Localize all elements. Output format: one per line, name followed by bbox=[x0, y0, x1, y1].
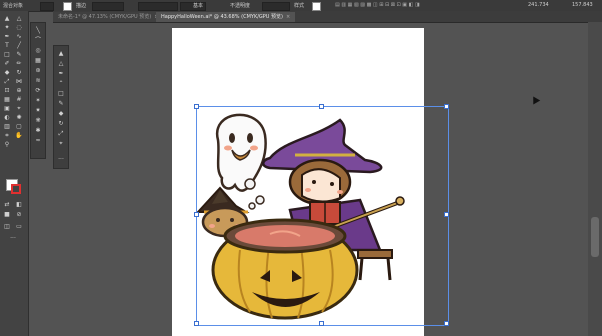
spiral-tool-icon[interactable]: ◎ bbox=[34, 47, 42, 54]
pen-tool-icon[interactable]: ✒ bbox=[3, 33, 11, 40]
slice-tool-icon[interactable]: ⌗ bbox=[3, 132, 11, 139]
hand-tool-icon[interactable]: ✋ bbox=[15, 132, 23, 139]
tools-panel: ▲ △ ✦ ◌ ✒ ∿ T ╱ □ ✎ ✐ ✏ ◆ ↻ ⤢ ⋈ ⊡ ⊕ ▦ # … bbox=[0, 11, 29, 336]
bloat-tool-icon[interactable]: ✷ bbox=[34, 107, 42, 114]
scrollbar-thumb[interactable] bbox=[591, 217, 599, 257]
basic-label: 基本 bbox=[193, 3, 204, 9]
shape-builder-tool-icon[interactable]: ⊕ bbox=[15, 87, 23, 94]
variable-width-profile[interactable] bbox=[138, 2, 178, 11]
stroke-weight-field[interactable] bbox=[92, 2, 124, 11]
polar-grid-tool-icon[interactable]: ⊛ bbox=[34, 67, 42, 74]
selection-handle-bottom-left[interactable] bbox=[194, 321, 199, 326]
selection-handle-middle-right[interactable] bbox=[444, 212, 449, 217]
style-label: 样式 bbox=[294, 3, 305, 9]
free-transform-tool-icon[interactable]: ⊡ bbox=[3, 87, 11, 94]
mouse-cursor-icon bbox=[529, 94, 541, 105]
curvature-tool-icon[interactable]: ∿ bbox=[15, 33, 23, 40]
scale-tool-icon[interactable]: ⤢ bbox=[3, 78, 11, 85]
zoom-tool-icon[interactable]: ⚲ bbox=[3, 141, 11, 148]
anchor-point-tool-icon[interactable]: ⌃ bbox=[57, 80, 65, 87]
selection-handle-top-left[interactable] bbox=[194, 104, 199, 109]
stroke-swatch[interactable] bbox=[63, 2, 72, 11]
line-segment-icon[interactable]: ╲ bbox=[34, 27, 42, 34]
wrinkle-tool-icon[interactable]: ≈ bbox=[34, 137, 42, 144]
secondary-tools-panel: ╲ ⌒ ◎ ▦ ⊛ ≋ ⟳ ✶ ✷ ❋ ✱ ≈ bbox=[30, 22, 46, 159]
rectangle-tool-icon[interactable]: □ bbox=[57, 90, 65, 97]
pencil-tool-icon[interactable]: ✏ bbox=[15, 60, 23, 67]
artboard-tool-icon[interactable]: ▢ bbox=[15, 123, 23, 130]
swap-colors-icon[interactable]: ⇄ bbox=[3, 201, 11, 208]
document-tabs: 未命名-1* @ 47.13% (CMYK/GPU 预览)× HappyHall… bbox=[53, 11, 602, 23]
paintbrush-tool-icon[interactable]: ✎ bbox=[15, 51, 23, 58]
rotate-tool-icon[interactable]: ↻ bbox=[57, 120, 65, 127]
magic-wand-tool-icon[interactable]: ✦ bbox=[3, 24, 11, 31]
draw-mode-icon[interactable]: ◫ bbox=[3, 223, 11, 230]
rectangle-tool-icon[interactable]: □ bbox=[3, 51, 11, 58]
selection-handle-middle-left[interactable] bbox=[194, 212, 199, 217]
tertiary-tools-panel: ▲ △ ✒ ⌃ □ ✎ ◆ ↻ ⤢ ⌖ ··· bbox=[53, 45, 69, 169]
stroke-label: 描边 bbox=[76, 3, 87, 9]
more-tools-icon[interactable]: ··· bbox=[57, 156, 65, 163]
close-icon[interactable]: × bbox=[286, 14, 290, 20]
default-colors-icon[interactable]: ◧ bbox=[15, 201, 23, 208]
direct-selection-tool-icon[interactable]: △ bbox=[15, 15, 23, 22]
pen-tool-icon[interactable]: ✒ bbox=[57, 70, 65, 77]
eraser-tool-icon[interactable]: ◆ bbox=[57, 110, 65, 117]
vertical-scrollbar[interactable] bbox=[588, 22, 602, 336]
warp-tool-icon[interactable]: ≋ bbox=[34, 77, 42, 84]
gradient-tool-icon[interactable]: ▣ bbox=[3, 105, 11, 112]
eyedropper-tool-icon[interactable]: ⌖ bbox=[15, 105, 23, 112]
selection-handle-top-center[interactable] bbox=[319, 104, 324, 109]
eyedropper-tool-icon[interactable]: ⌖ bbox=[57, 140, 65, 147]
eraser-tool-icon[interactable]: ◆ bbox=[3, 69, 11, 76]
selection-handle-top-right[interactable] bbox=[444, 104, 449, 109]
twirl-tool-icon[interactable]: ⟳ bbox=[34, 87, 42, 94]
shaper-tool-icon[interactable]: ✐ bbox=[3, 60, 11, 67]
line-tool-icon[interactable]: ╱ bbox=[15, 42, 23, 49]
pucker-tool-icon[interactable]: ✶ bbox=[34, 97, 42, 104]
type-tool-icon[interactable]: T bbox=[3, 42, 11, 49]
opacity-field[interactable] bbox=[262, 2, 290, 11]
crystallize-tool-icon[interactable]: ✱ bbox=[34, 127, 42, 134]
y-coordinate[interactable]: 157.843 bbox=[572, 2, 593, 8]
arc-tool-icon[interactable]: ⌒ bbox=[34, 37, 42, 44]
column-graph-tool-icon[interactable]: ▥ bbox=[3, 123, 11, 130]
tab-label: HappyHalloWeen.ai* @ 43.68% (CMYK/GPU 预览… bbox=[161, 14, 284, 20]
color-mode-icon[interactable]: ■ bbox=[3, 211, 11, 218]
style-swatch[interactable] bbox=[312, 2, 321, 11]
blend-tool-icon[interactable]: ◐ bbox=[3, 114, 11, 121]
tab-untitled[interactable]: 未命名-1* @ 47.13% (CMYK/GPU 预览)× bbox=[53, 12, 164, 22]
symbol-sprayer-tool-icon[interactable]: ✺ bbox=[15, 114, 23, 121]
selection-label: 混合对象 bbox=[3, 3, 24, 9]
width-tool-icon[interactable]: ⋈ bbox=[15, 78, 23, 85]
direct-selection-tool-icon[interactable]: △ bbox=[57, 60, 65, 67]
selection-handle-bottom-center[interactable] bbox=[319, 321, 324, 326]
tab-happyhalloween[interactable]: HappyHalloWeen.ai* @ 43.68% (CMYK/GPU 预览… bbox=[156, 12, 296, 22]
brush-tool-icon[interactable]: ✎ bbox=[57, 100, 65, 107]
align-icons[interactable]: ▤ ▥ ▦ ▧ ▨ ▩ ◫ ⊞ ⊟ ⊠ ⊡ ▣ ◧ ◨ bbox=[335, 2, 420, 8]
perspective-grid-tool-icon[interactable]: ▦ bbox=[3, 96, 11, 103]
selection-bounding-box[interactable] bbox=[196, 106, 449, 326]
selection-tool-icon[interactable]: ▲ bbox=[3, 15, 11, 22]
opacity-label: 不透明度 bbox=[230, 3, 251, 9]
x-coordinate[interactable]: 241.734 bbox=[528, 2, 549, 8]
mesh-tool-icon[interactable]: # bbox=[15, 96, 23, 103]
more-tools-icon[interactable]: ··· bbox=[9, 235, 17, 242]
selection-tool-icon[interactable]: ▲ bbox=[57, 50, 65, 57]
scale-tool-icon[interactable]: ⤢ bbox=[57, 130, 65, 137]
tab-label: 未命名-1* @ 47.13% (CMYK/GPU 预览) bbox=[58, 14, 152, 20]
screen-mode-icon[interactable]: ▭ bbox=[15, 223, 23, 230]
scallop-tool-icon[interactable]: ❋ bbox=[34, 117, 42, 124]
fill-dropdown[interactable] bbox=[40, 2, 54, 11]
grid-tool-icon[interactable]: ▦ bbox=[34, 57, 42, 64]
none-mode-icon[interactable]: ⊘ bbox=[15, 211, 23, 218]
stroke-color-swatch[interactable] bbox=[11, 184, 21, 194]
selection-handle-bottom-right[interactable] bbox=[444, 321, 449, 326]
lasso-tool-icon[interactable]: ◌ bbox=[15, 24, 23, 31]
rotate-tool-icon[interactable]: ↻ bbox=[15, 69, 23, 76]
